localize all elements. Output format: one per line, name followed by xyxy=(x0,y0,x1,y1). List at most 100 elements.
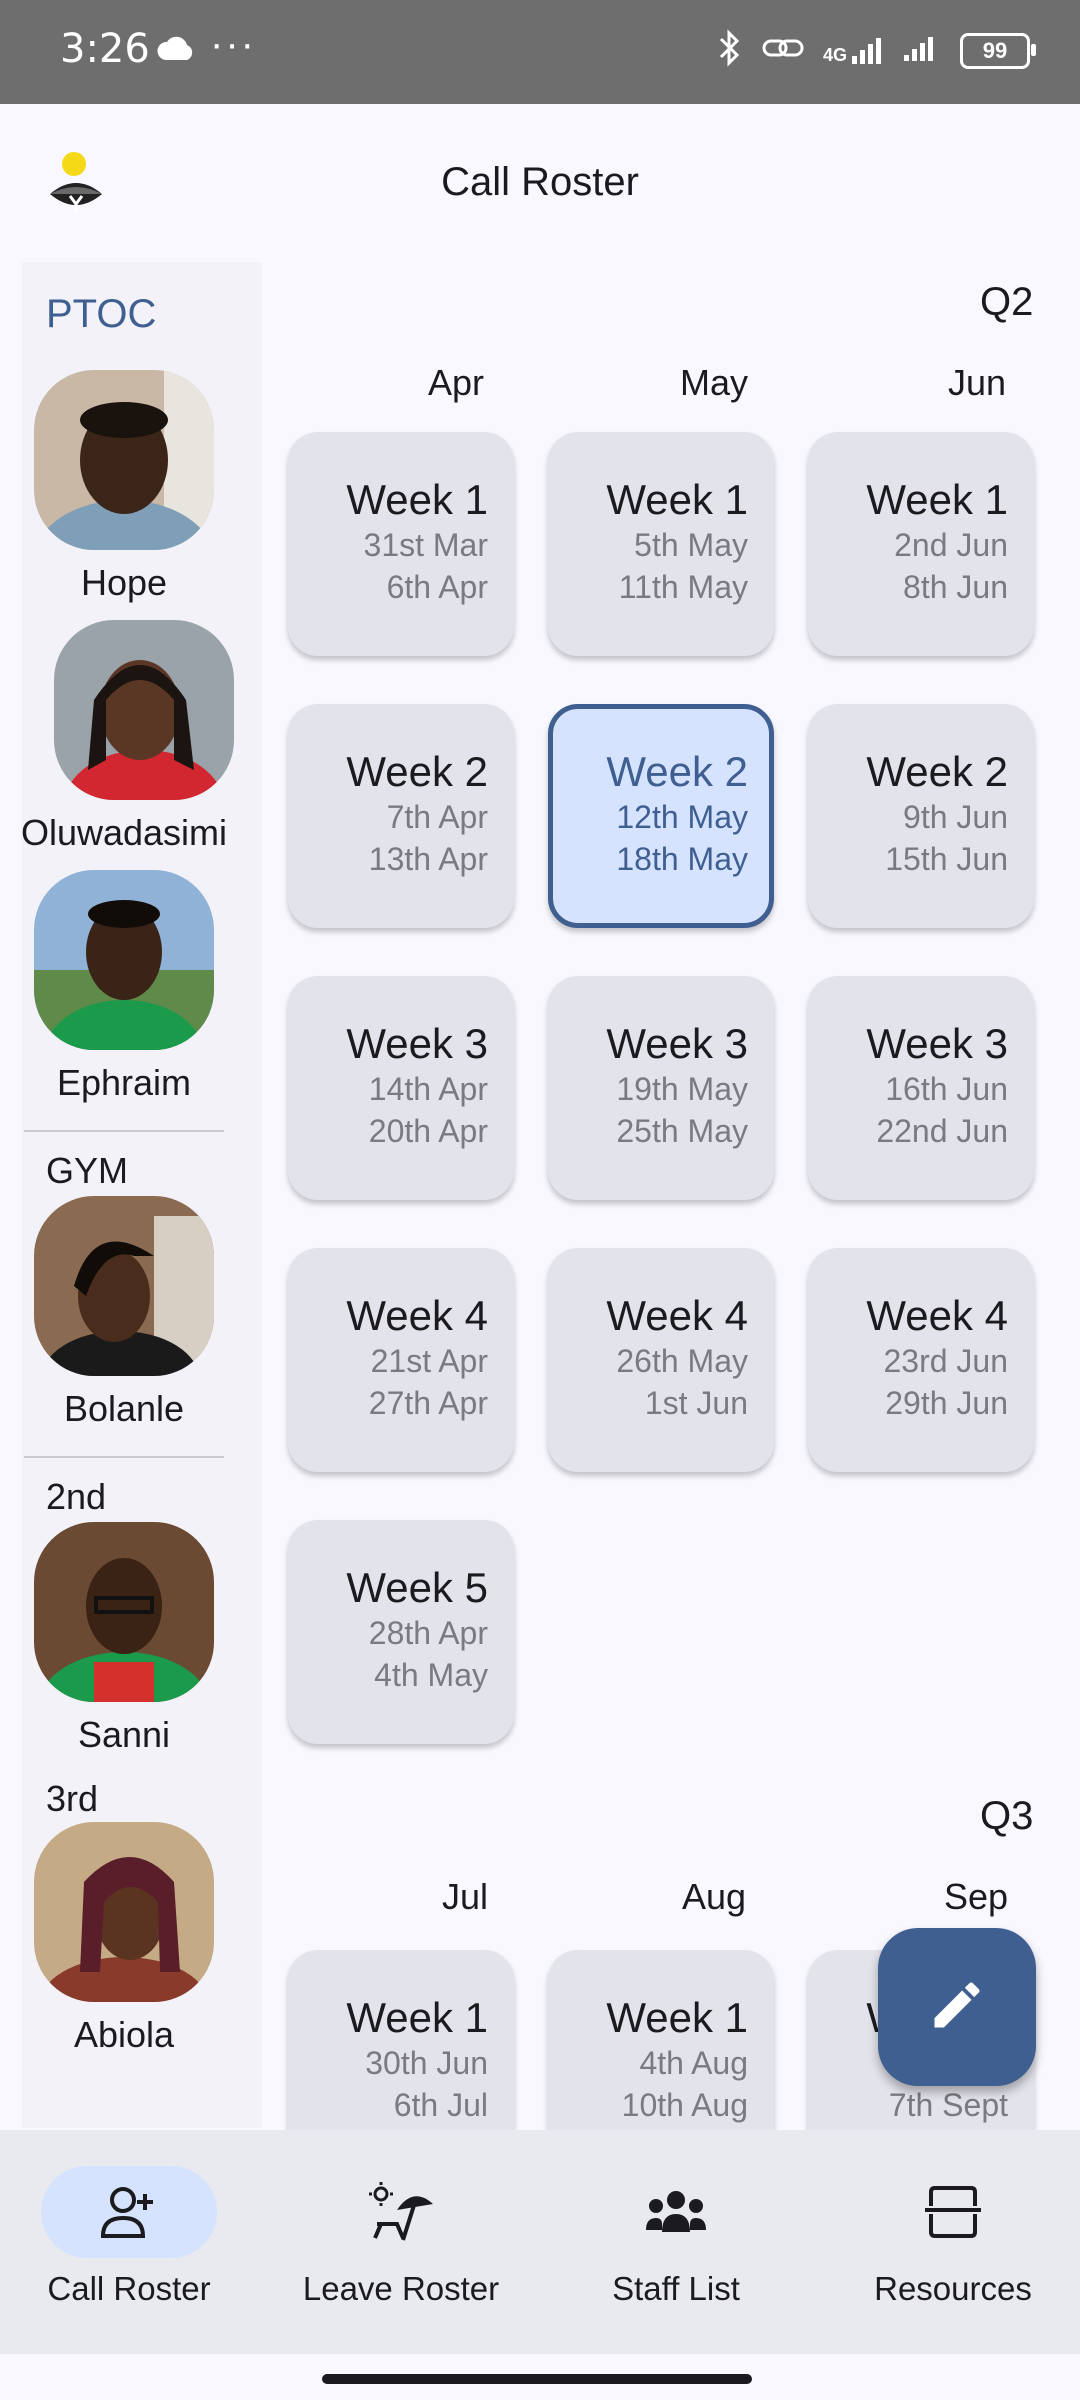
staff-name: Oluwadasimi xyxy=(20,812,228,853)
week-card[interactable]: Week 4 23rd Jun 29th Jun xyxy=(808,1248,1034,1472)
cloud-icon xyxy=(156,36,196,67)
week-start: 31st Mar xyxy=(363,527,488,563)
week-start: 26th May xyxy=(616,1343,748,1379)
week-end: 11th May xyxy=(618,569,748,605)
week-end: 15th Jun xyxy=(885,841,1008,877)
week-card[interactable]: Week 2 9th Jun 15th Jun xyxy=(808,704,1034,928)
staff-name: Ephraim xyxy=(56,1062,192,1103)
nav-call-roster[interactable]: Call Roster xyxy=(0,2130,264,2354)
avatar[interactable] xyxy=(34,1196,214,1376)
week-start: 21st Apr xyxy=(370,1343,488,1379)
edit-fab-button[interactable] xyxy=(878,1928,1036,2086)
week-label: Week 1 xyxy=(606,1994,748,2041)
avatar[interactable] xyxy=(34,370,214,550)
app-bar: Call Roster xyxy=(0,104,1080,260)
week-label: Week 3 xyxy=(346,1020,488,1067)
avatar[interactable] xyxy=(54,620,234,800)
staff-name: Sanni xyxy=(77,1714,171,1755)
week-start: 16th Jun xyxy=(885,1071,1008,1107)
quarter-label: Q3 xyxy=(980,1794,1034,1838)
week-start: 23rd Jun xyxy=(883,1343,1008,1379)
week-end: 6th Apr xyxy=(386,569,488,605)
week-end: 22nd Jun xyxy=(876,1113,1008,1149)
month-label: Sep xyxy=(944,1876,1009,1917)
week-card[interactable]: Week 5 28th Apr 4th May xyxy=(288,1520,514,1744)
month-label: Apr xyxy=(428,362,485,403)
week-start: 5th May xyxy=(634,527,748,563)
page-title: Call Roster xyxy=(441,160,639,204)
beach-umbrella-icon xyxy=(313,2166,489,2258)
staff-name: Abiola xyxy=(73,2014,175,2055)
week-start: 12th May xyxy=(616,799,748,835)
week-card[interactable]: Week 1 4th Aug 10th Aug xyxy=(548,1950,774,2130)
edit-pencil-icon xyxy=(927,1975,987,2040)
nav-staff-list[interactable]: Staff List xyxy=(541,2130,811,2354)
nav-label: Staff List xyxy=(612,2270,740,2307)
person-add-icon xyxy=(41,2166,217,2258)
nav-leave-roster[interactable]: Leave Roster xyxy=(266,2130,536,2354)
network-type-icon: 4G xyxy=(823,36,884,66)
group-icon xyxy=(588,2166,764,2258)
week-label: Week 1 xyxy=(866,476,1008,523)
week-start: 30th Jun xyxy=(365,2045,488,2081)
group-title-gym: GYM xyxy=(46,1150,129,1191)
nav-label: Resources xyxy=(874,2270,1032,2307)
week-label: Week 3 xyxy=(866,1020,1008,1067)
week-card[interactable]: Week 1 2nd Jun 8th Jun xyxy=(808,432,1034,656)
bottom-navigation: Call Roster Leave Roster Staff List Reso… xyxy=(0,2130,1080,2354)
week-end: 8th Jun xyxy=(903,569,1008,605)
week-end: 10th Aug xyxy=(621,2087,748,2123)
avatar[interactable] xyxy=(34,1822,214,2002)
week-card[interactable]: Week 3 14th Apr 20th Apr xyxy=(288,976,514,1200)
divider xyxy=(24,1130,224,1132)
week-end: 1st Jun xyxy=(644,1385,748,1421)
week-card[interactable]: Week 4 26th May 1st Jun xyxy=(548,1248,774,1472)
avatar[interactable] xyxy=(34,870,214,1050)
week-label: Week 4 xyxy=(346,1292,488,1339)
home-indicator[interactable] xyxy=(322,2374,752,2384)
week-start: 14th Apr xyxy=(368,1071,488,1107)
week-card[interactable]: Week 3 16th Jun 22nd Jun xyxy=(808,976,1034,1200)
group-title-ptoc: PTOC xyxy=(46,292,157,336)
week-card[interactable]: Week 1 31st Mar 6th Apr xyxy=(288,432,514,656)
week-card[interactable]: Week 1 30th Jun 6th Jul xyxy=(288,1950,514,2130)
week-label: Week 3 xyxy=(606,1020,748,1067)
week-label: Week 5 xyxy=(346,1564,488,1611)
divider xyxy=(24,1456,224,1458)
nav-label: Leave Roster xyxy=(302,2270,500,2307)
nav-label: Call Roster xyxy=(47,2270,211,2307)
week-card[interactable]: Week 2 7th Apr 13th Apr xyxy=(288,704,514,928)
week-start: 4th Aug xyxy=(639,2045,748,2081)
link-icon xyxy=(761,33,805,68)
week-end: 7th Sept xyxy=(888,2087,1008,2123)
week-end: 6th Jul xyxy=(393,2087,488,2123)
more-notifications-icon: ··· xyxy=(210,22,256,66)
staff-name: Hope xyxy=(80,562,168,603)
nav-resources[interactable]: Resources xyxy=(818,2130,1080,2354)
month-label: Jul xyxy=(442,1876,489,1917)
staff-name: Bolanle xyxy=(63,1388,185,1429)
inbox-icon xyxy=(865,2166,1041,2258)
avatar[interactable] xyxy=(34,1522,214,1702)
week-start: 2nd Jun xyxy=(894,527,1008,563)
week-label: Week 2 xyxy=(606,748,748,795)
week-start: 19th May xyxy=(616,1071,748,1107)
bluetooth-icon xyxy=(717,28,743,73)
week-card-selected[interactable]: Week 2 12th May 18th May xyxy=(548,704,774,928)
week-start: 9th Jun xyxy=(903,799,1008,835)
month-label: May xyxy=(680,362,749,403)
month-label: Jun xyxy=(948,362,1007,403)
week-start: 28th Apr xyxy=(368,1615,488,1651)
week-end: 4th May xyxy=(374,1657,488,1693)
week-label: Week 1 xyxy=(606,476,748,523)
week-label: Week 4 xyxy=(606,1292,748,1339)
week-label: Week 1 xyxy=(346,476,488,523)
status-time: 3:26 xyxy=(60,26,150,72)
week-card[interactable]: Week 1 5th May 11th May xyxy=(548,432,774,656)
week-card[interactable]: Week 3 19th May 25th May xyxy=(548,976,774,1200)
battery-icon: 99 xyxy=(960,32,1036,69)
status-bar: 3:26 ··· 4G 99 xyxy=(0,0,1080,104)
week-end: 20th Apr xyxy=(368,1113,488,1149)
week-label: Week 1 xyxy=(346,1994,488,2041)
week-card[interactable]: Week 4 21st Apr 27th Apr xyxy=(288,1248,514,1472)
